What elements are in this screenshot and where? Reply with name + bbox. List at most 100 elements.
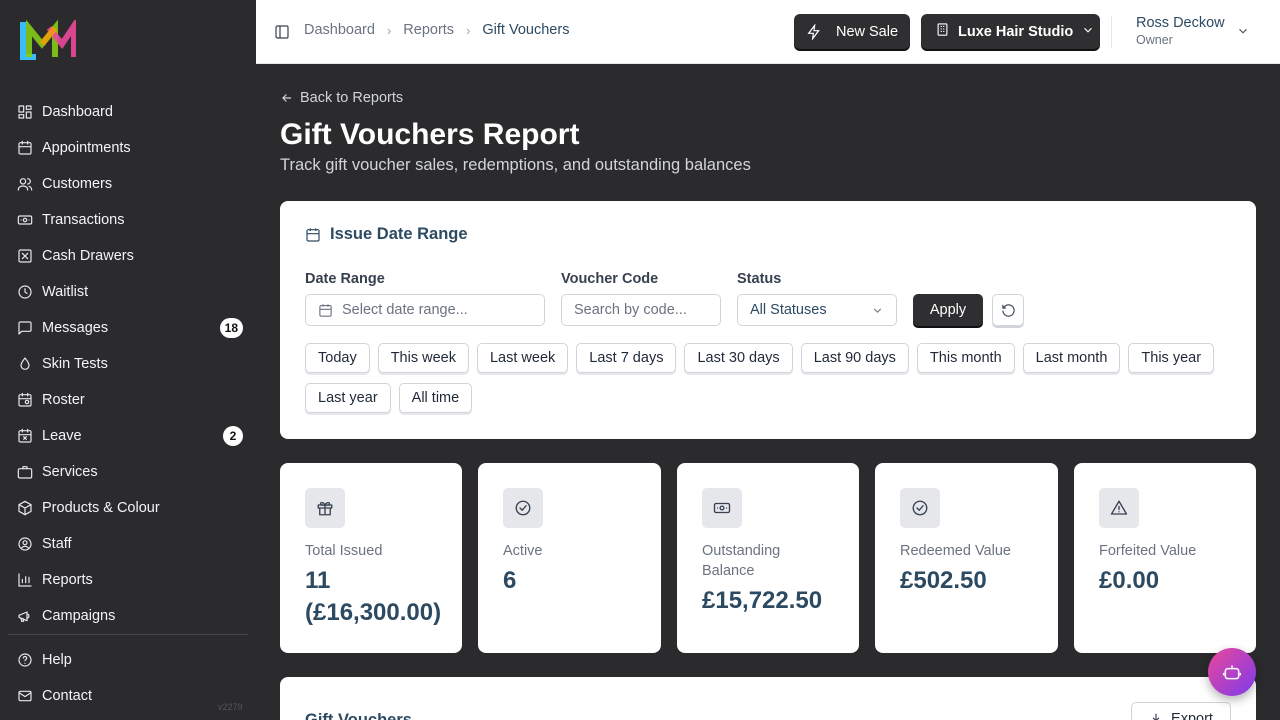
location-switcher[interactable]: Luxe Hair Studio [921,14,1100,49]
preset-last-month[interactable]: Last month [1022,343,1121,373]
assistant-button[interactable] [1208,648,1256,696]
stat-label: Outstanding Balance [702,543,781,579]
sidebar-item-leave[interactable]: Leave 2 [8,418,248,454]
stat-redeemed-value: Redeemed Value £502.50 [875,463,1058,653]
new-sale-label: New Sale [835,23,899,40]
voucher-code-input[interactable]: Search by code... [561,294,721,326]
sidebar-item-label: Roster [42,392,85,408]
sidebar-item-label: Dashboard [42,104,113,120]
chevron-right-icon: › [386,22,392,38]
sidebar-item-label: Services [42,464,98,480]
preset-this-year[interactable]: This year [1128,343,1215,373]
sidebar-item-transactions[interactable]: Transactions [8,202,248,238]
new-sale-button[interactable]: New Sale [794,14,910,49]
stat-value: 6 [503,567,517,594]
preset-this-week[interactable]: This week [377,343,469,373]
megaphone-icon [16,607,34,625]
back-link-label: Back to Reports [300,90,404,106]
sidebar-toggle-icon[interactable] [274,24,290,40]
status-label: Status [737,271,782,287]
breadcrumb-dashboard[interactable]: Dashboard [304,22,375,38]
sidebar-item-label: Campaigns [42,608,116,624]
filter-card: Issue Date Range Date Range Select date … [280,201,1256,439]
stat-outstanding-balance: Outstanding Balance £15,722.50 [677,463,859,653]
sidebar-item-label: Messages [42,320,109,336]
leave-count-badge: 2 [223,426,243,446]
user-circle-icon [16,535,34,553]
sidebar-item-label: Waitlist [42,284,89,300]
back-to-reports-link[interactable]: Back to Reports [280,90,403,106]
user-menu[interactable]: Ross Deckow Owner [1136,15,1225,47]
date-range-input[interactable]: Select date range... [305,294,545,326]
date-range-placeholder: Select date range... [342,302,468,318]
sidebar-item-skin-tests[interactable]: Skin Tests [8,346,248,382]
preset-last-week[interactable]: Last week [476,343,569,373]
preset-last-30-days[interactable]: Last 30 days [684,343,793,373]
sidebar-item-appointments[interactable]: Appointments [8,130,248,166]
date-range-label: Date Range [305,271,385,287]
dashboard-icon [16,103,34,121]
preset-today[interactable]: Today [305,343,370,373]
export-button[interactable]: Export [1131,702,1231,720]
export-label: Export [1171,711,1213,720]
sidebar-item-waitlist[interactable]: Waitlist [8,274,248,310]
sidebar-item-label: Reports [42,572,93,588]
sidebar: Dashboard Appointments Customers Transac… [0,0,256,720]
location-name: Luxe Hair Studio [958,23,1074,40]
reset-filters-button[interactable] [992,294,1024,326]
sidebar-item-label: Cash Drawers [42,248,134,264]
filter-heading: Issue Date Range [305,225,468,244]
sidebar-item-staff[interactable]: Staff [8,526,248,562]
messages-count-badge: 18 [219,318,243,338]
stat-value: £15,722.50 [702,587,823,614]
calendar-icon [319,303,332,317]
rotate-ccw-icon [1001,303,1015,317]
sidebar-item-contact[interactable]: Contact [8,678,248,714]
topbar: Dashboard › Reports › Gift Vouchers New … [256,0,1280,64]
sidebar-item-messages[interactable]: Messages 18 [8,310,248,346]
sidebar-item-roster[interactable]: Roster [8,382,248,418]
sidebar-item-label: Customers [42,176,113,192]
sidebar-item-help[interactable]: Help [8,642,248,678]
status-select[interactable]: All Statuses [737,294,897,326]
stat-label: Forfeited Value [1099,543,1197,559]
page-title: Gift Vouchers Report [280,118,580,151]
sidebar-item-dashboard[interactable]: Dashboard [8,94,248,130]
chevron-down-icon [1073,23,1095,41]
stat-value: £502.50 [900,567,987,594]
vouchers-card: Gift Vouchers Export [280,677,1256,720]
status-value: All Statuses [750,302,827,318]
sidebar-item-customers[interactable]: Customers [8,166,248,202]
sidebar-divider [8,634,248,635]
stat-value: 11 (£16,300.00) [305,567,442,626]
arrow-left-icon [282,94,292,102]
stat-total-issued: Total Issued 11 (£16,300.00) [280,463,462,653]
chevron-right-icon: › [466,22,471,38]
sidebar-item-cash-drawers[interactable]: Cash Drawers [8,238,248,274]
preset-last-7-days[interactable]: Last 7 days [576,343,677,373]
preset-all-time[interactable]: All time [398,383,473,413]
preset-this-month[interactable]: This month [916,343,1015,373]
banknote-icon [16,211,34,229]
chevron-down-icon[interactable] [1236,24,1252,40]
vouchers-title: Gift Vouchers [305,711,412,720]
topbar-divider [1111,16,1112,48]
voucher-code-label: Voucher Code [561,271,659,287]
sidebar-item-services[interactable]: Services [8,454,248,490]
sidebar-item-campaigns[interactable]: Campaigns [8,598,248,634]
preset-last-90-days[interactable]: Last 90 days [800,343,909,373]
mail-icon [16,687,34,705]
sidebar-item-label: Leave [42,428,82,444]
filter-heading-label: Issue Date Range [330,225,468,243]
stat-label: Active [503,543,543,559]
sidebar-item-reports[interactable]: Reports [8,562,248,598]
preset-last-year[interactable]: Last year [305,383,391,413]
app-logo[interactable] [20,20,76,60]
sidebar-item-products[interactable]: Products & Colour [8,490,248,526]
breadcrumb-reports[interactable]: Reports [403,22,454,38]
voucher-code-placeholder: Search by code... [574,302,687,318]
sidebar-item-label: Help [42,652,72,668]
apply-button[interactable]: Apply [913,294,983,326]
page-subtitle: Track gift voucher sales, redemptions, a… [280,156,751,174]
sidebar-item-label: Transactions [42,212,125,228]
